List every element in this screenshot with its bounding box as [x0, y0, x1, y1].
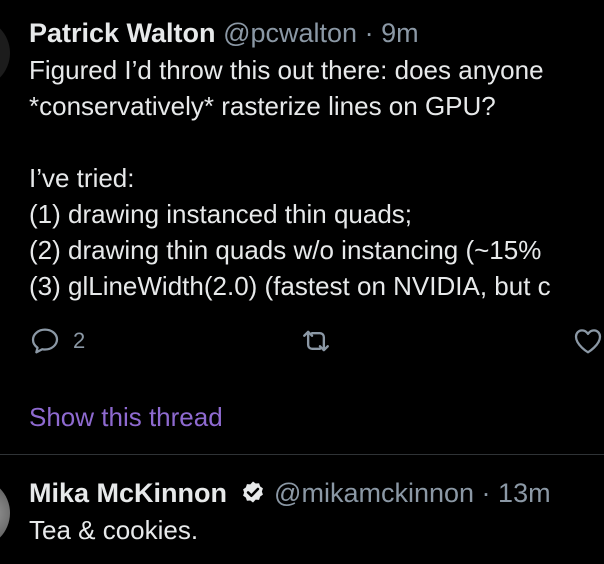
show-thread-link[interactable]: Show this thread [29, 399, 223, 435]
tweet-header: Patrick Walton @pcwalton · 9m [29, 14, 604, 52]
author-handle[interactable]: @mikamckinnon [274, 478, 474, 508]
tweet-text: Tea & cookies. [29, 512, 604, 548]
timestamp[interactable]: 9m [381, 18, 419, 48]
tweet-line: Tea & cookies. [29, 515, 199, 545]
tweet-actions: 2 [29, 325, 604, 361]
verified-badge-icon [242, 481, 263, 503]
tweet-line: (2) drawing thin quads w/o instancing (~… [29, 235, 542, 265]
avatar[interactable] [0, 478, 10, 548]
tweet-line: I’ve tried: [29, 163, 135, 193]
tweet-line: *conservatively* rasterize lines on GPU? [29, 91, 496, 121]
separator-dot: · [364, 18, 374, 48]
author-name[interactable]: Patrick Walton [29, 18, 216, 48]
retweet-icon [303, 330, 329, 352]
tweet-line: (3) glLineWidth(2.0) (fastest on NVIDIA,… [29, 271, 551, 301]
author-name[interactable]: Mika McKinnon [29, 478, 227, 508]
tweet-divider [0, 454, 604, 455]
retweet-button[interactable] [299, 325, 333, 357]
heart-icon [574, 329, 602, 354]
reply-button[interactable]: 2 [29, 325, 85, 357]
timeline: Patrick Walton @pcwalton · 9m Figured I’… [0, 0, 604, 564]
tweet[interactable]: Mika McKinnon @mikamckinnon · 13m Tea & … [29, 474, 604, 548]
tweet-line: Figured I’d throw this out there: does a… [29, 55, 544, 85]
tweet-header: Mika McKinnon @mikamckinnon · 13m [29, 474, 604, 512]
reply-count: 2 [73, 328, 86, 353]
separator-dot: · [481, 478, 491, 508]
tweet-text: Figured I’d throw this out there: does a… [29, 52, 604, 304]
avatar[interactable] [0, 18, 10, 88]
timestamp[interactable]: 13m [498, 478, 551, 508]
tweet-line: (1) drawing instanced thin quads; [29, 199, 413, 229]
like-button[interactable] [571, 325, 604, 357]
reply-icon [31, 328, 59, 354]
author-handle[interactable]: @pcwalton [223, 18, 357, 48]
tweet[interactable]: Patrick Walton @pcwalton · 9m Figured I’… [29, 14, 604, 432]
